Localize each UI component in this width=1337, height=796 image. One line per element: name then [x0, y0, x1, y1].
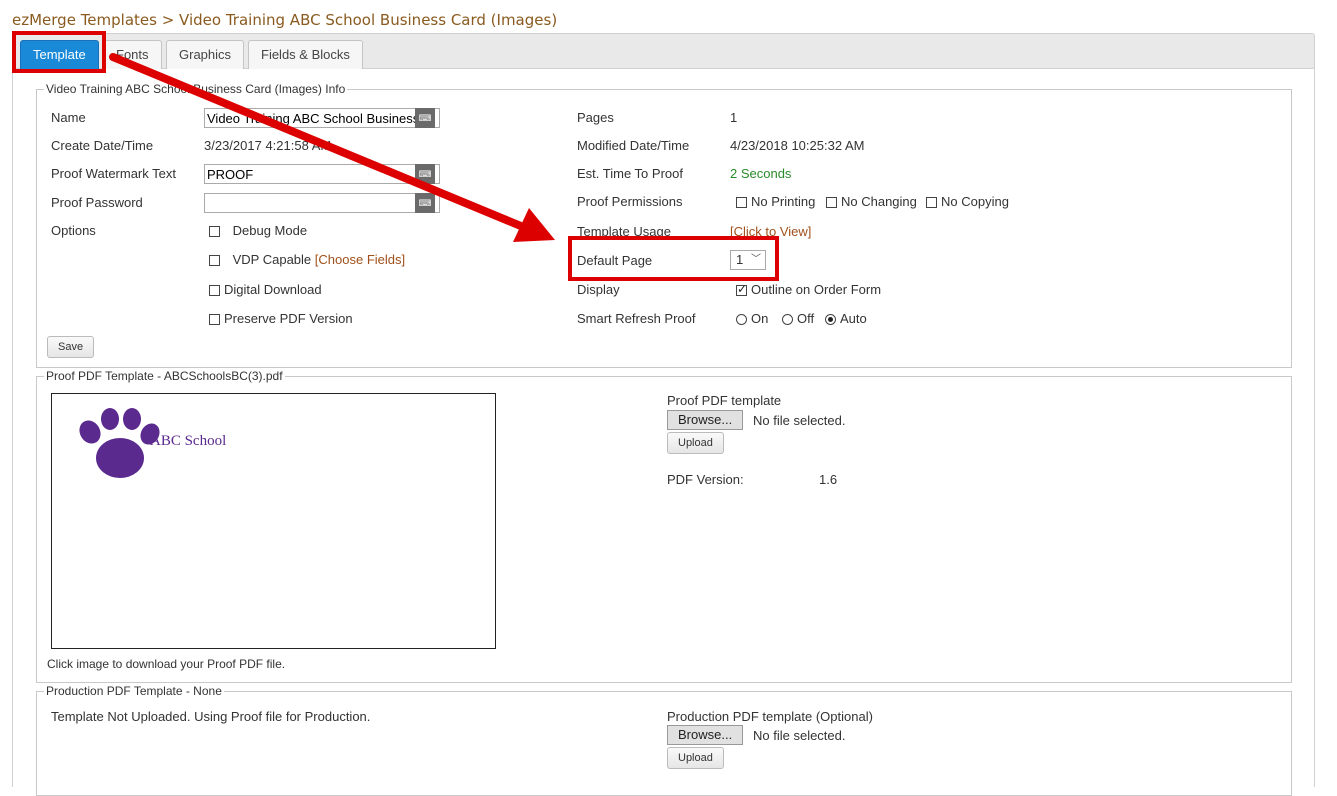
name-input[interactable] [204, 108, 440, 128]
proof-browse-button[interactable]: Browse... [667, 410, 744, 430]
default-page-value: 1 [736, 252, 744, 267]
vdp-checkbox[interactable] [209, 255, 220, 266]
digital-download-label: Digital Download [224, 282, 322, 297]
default-page-select[interactable]: 1 ﹀ [730, 250, 766, 270]
production-note: Template Not Uploaded. Using Proof file … [51, 709, 371, 724]
watermark-input[interactable] [204, 164, 440, 184]
proof-upload-button[interactable]: Upload [667, 432, 724, 454]
password-input[interactable] [204, 193, 440, 213]
est-time-value: 2 Seconds [730, 166, 792, 181]
digital-download-checkbox[interactable] [209, 285, 220, 296]
est-time-label: Est. Time To Proof [577, 166, 683, 181]
tab-bar: Template Fonts Graphics Fields & Blocks [12, 33, 1315, 69]
outline-option[interactable]: Outline on Order Form [736, 282, 881, 297]
preserve-pdf-option[interactable]: Preserve PDF Version [209, 311, 353, 326]
choose-fields-link[interactable]: [Choose Fields] [315, 252, 405, 267]
no-changing-checkbox[interactable] [826, 197, 837, 208]
pdf-version-label: PDF Version: [667, 472, 744, 487]
no-printing-option[interactable]: No Printing [736, 194, 815, 209]
production-upload-title: Production PDF template (Optional) [667, 709, 873, 724]
debug-mode-checkbox[interactable] [209, 226, 220, 237]
outline-checkbox[interactable] [736, 282, 747, 296]
preserve-pdf-checkbox[interactable] [209, 314, 220, 325]
refresh-on-label: On [751, 311, 769, 326]
digital-download-option[interactable]: Digital Download [209, 282, 322, 297]
options-label: Options [51, 223, 96, 238]
save-button[interactable]: Save [47, 336, 95, 358]
default-page-label: Default Page [577, 253, 653, 268]
template-usage-link[interactable]: [Click to View] [730, 224, 811, 239]
template-usage-label: Template Usage [577, 224, 671, 239]
no-printing-label: No Printing [751, 194, 816, 209]
display-label: Display [577, 282, 620, 297]
production-no-file: No file selected. [753, 728, 846, 743]
tab-fonts[interactable]: Fonts [103, 40, 162, 69]
refresh-auto-radio[interactable] [825, 314, 836, 325]
modified-date-label: Modified Date/Time [577, 138, 690, 153]
refresh-auto-label: Auto [840, 311, 867, 326]
production-upload-button[interactable]: Upload [667, 747, 724, 769]
no-printing-checkbox[interactable] [736, 197, 747, 208]
debug-mode-label: Debug Mode [232, 223, 308, 238]
tab-graphics[interactable]: Graphics [166, 40, 245, 69]
pages-value: 1 [730, 110, 738, 125]
preserve-pdf-label: Preserve PDF Version [224, 311, 353, 326]
keyboard-icon[interactable]: ⌨ [415, 193, 435, 213]
proof-pdf-legend: Proof PDF Template - ABCSchoolsBC(3).pdf [46, 369, 283, 383]
production-browse-button[interactable]: Browse... [667, 725, 744, 745]
production-pdf-fieldset: Production PDF Template - None [36, 684, 1292, 796]
smart-refresh-label: Smart Refresh Proof [577, 311, 696, 326]
vdp-option[interactable]: VDP Capable [Choose Fields] [209, 252, 405, 267]
refresh-off-label: Off [797, 311, 815, 326]
proof-pdf-preview[interactable]: ABC School [51, 393, 496, 649]
proof-caption: Click image to download your Proof PDF f… [47, 657, 286, 671]
tab-template[interactable]: Template [20, 40, 99, 69]
pages-label: Pages [577, 110, 614, 125]
proof-permissions-label: Proof Permissions [577, 194, 683, 209]
production-pdf-legend: Production PDF Template - None [46, 684, 222, 698]
refresh-auto-option[interactable]: Auto [825, 311, 867, 326]
preview-school-name: ABC School [150, 433, 227, 449]
proof-upload-title: Proof PDF template [667, 393, 782, 408]
debug-mode-option[interactable]: Debug Mode [209, 223, 307, 238]
refresh-on-option[interactable]: On [736, 311, 768, 326]
chevron-down-icon: ﹀ [751, 254, 761, 265]
no-copying-option[interactable]: No Copying [926, 194, 1009, 209]
pdf-version-value: 1.6 [819, 472, 838, 487]
no-changing-option[interactable]: No Changing [826, 194, 917, 209]
no-changing-label: No Changing [841, 194, 917, 209]
password-label: Proof Password [51, 195, 143, 210]
create-date-value: 3/23/2017 4:21:58 AM [204, 138, 332, 153]
create-date-label: Create Date/Time [51, 138, 154, 153]
keyboard-icon[interactable]: ⌨ [415, 108, 435, 128]
name-label: Name [51, 110, 86, 125]
breadcrumb[interactable]: ezMerge Templates > Video Training ABC S… [12, 11, 557, 29]
modified-date-value: 4/23/2018 10:25:32 AM [730, 138, 865, 153]
refresh-off-radio[interactable] [782, 314, 793, 325]
info-legend: Video Training ABC School Business Card … [46, 82, 346, 96]
no-copying-checkbox[interactable] [926, 197, 937, 208]
tab-fields-blocks[interactable]: Fields & Blocks [248, 40, 363, 69]
watermark-label: Proof Watermark Text [51, 166, 176, 181]
refresh-off-option[interactable]: Off [782, 311, 814, 326]
no-copying-label: No Copying [941, 194, 1009, 209]
proof-no-file: No file selected. [753, 413, 846, 428]
outline-label: Outline on Order Form [751, 282, 882, 297]
keyboard-icon[interactable]: ⌨ [415, 164, 435, 184]
refresh-on-radio[interactable] [736, 314, 747, 325]
vdp-label: VDP Capable [232, 252, 312, 267]
